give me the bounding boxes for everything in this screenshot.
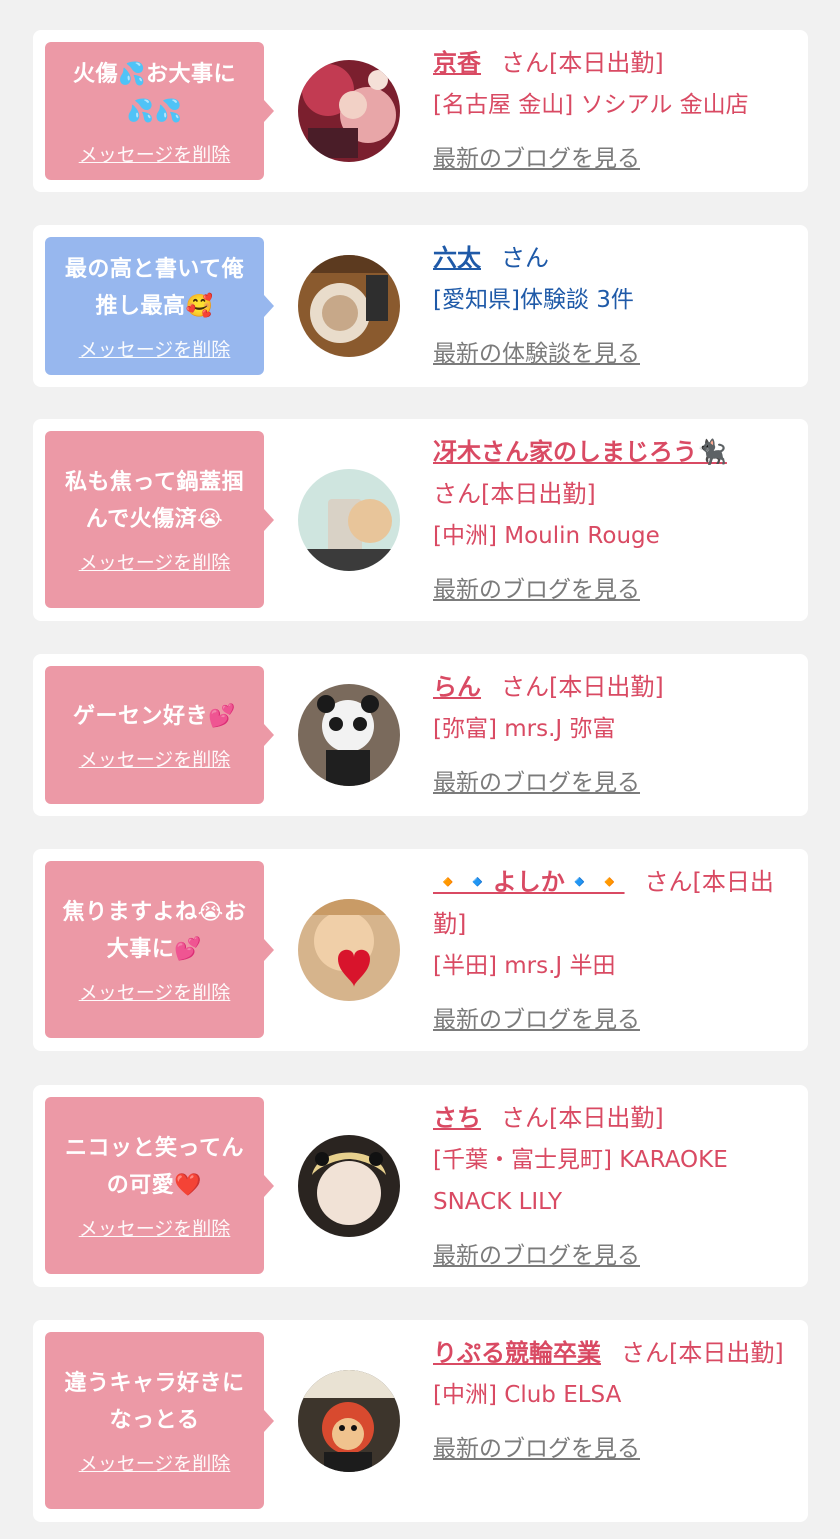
review-count: [愛知県]体験談 3件 [433,287,634,313]
delete-message-link[interactable]: メッセージを削除 [79,140,231,167]
cast-info: 冴木さん家のしまじろう🐈‍⬛ さん[本日出勤] [中洲] Moulin Rouge… [433,431,793,611]
shop-location: [半田] mrs.J 半田 [433,953,616,979]
message-list: 火傷💦お大事に💦💦 メッセージを削除 京香 さん[本日出勤] [名古屋 金山] ソ… [0,0,840,1539]
list-item: ゲーセン好き💕 メッセージを削除 らん さん[本日出勤] [弥富] mrs.J 弥… [33,654,808,816]
cast-info: 京香 さん[本日出勤] [名古屋 金山] ソシアル 金山店 最新のブログを見る [433,42,793,180]
delete-message-link[interactable]: メッセージを削除 [79,335,231,362]
list-item: 違うキャラ好きになっとる メッセージを削除 りぷる競輪卒業 さん[本日出勤] [中… [33,1320,808,1522]
avatar[interactable] [298,469,400,571]
cast-status: さん[本日出勤] [501,673,664,701]
delete-message-link[interactable]: メッセージを削除 [79,1214,231,1241]
cast-status: さん[本日出勤] [433,480,596,508]
blog-link[interactable]: 最新のブログを見る [433,569,793,611]
cast-info: 🔸🔹よしか🔹🔸 さん[本日出勤] [半田] mrs.J 半田 最新のブログを見る [433,861,793,1041]
shop-location: [中洲] Club ELSA [433,1382,622,1408]
avatar[interactable] [298,899,400,1001]
blog-link[interactable]: 最新のブログを見る [433,1428,793,1470]
delete-message-link[interactable]: メッセージを削除 [79,1449,231,1476]
message-bubble: 違うキャラ好きになっとる メッセージを削除 [45,1332,274,1509]
user-info: 六太 さん [愛知県]体験談 3件 最新の体験談を見る [433,237,793,375]
cast-name-link[interactable]: 🔸🔹よしか🔹🔸 [433,868,625,896]
message-text: 違うキャラ好きになっとる [64,1371,245,1433]
message-bubble: 火傷💦お大事に💦💦 メッセージを削除 [45,42,274,180]
cast-info: りぷる競輪卒業 さん[本日出勤] [中洲] Club ELSA 最新のブログを見る [433,1332,793,1470]
cast-name-link[interactable]: さち [433,1104,481,1132]
list-item: 最の高と書いて俺推し最高🥰 メッセージを削除 六太 さん [愛知県]体験談 3件 … [33,225,808,387]
cast-name-link[interactable]: 京香 [433,49,481,77]
shop-location: [千葉・富士見町] KARAOKE SNACK LILY [433,1147,728,1215]
cast-info: さち さん[本日出勤] [千葉・富士見町] KARAOKE SNACK LILY … [433,1097,793,1277]
list-item: 焦りますよね😭お大事に💕 メッセージを削除 🔸🔹よしか🔹🔸 さん[本日出勤] [半… [33,849,808,1051]
message-text: 私も焦って鍋蓋掴んで火傷済😭 [65,470,244,532]
list-item: 私も焦って鍋蓋掴んで火傷済😭 メッセージを削除 冴木さん家のしまじろう🐈‍⬛ さん… [33,419,808,621]
message-text: 火傷💦お大事に💦💦 [73,61,236,124]
cast-status: さん[本日出勤] [501,1104,664,1132]
avatar[interactable] [298,60,400,162]
cast-info: らん さん[本日出勤] [弥富] mrs.J 弥富 最新のブログを見る [433,666,793,804]
blog-link[interactable]: 最新のブログを見る [433,999,793,1041]
message-bubble: ニコッと笑ってんの可愛❤️ メッセージを削除 [45,1097,274,1274]
user-name-link[interactable]: 六太 [433,244,481,272]
reviews-link[interactable]: 最新の体験談を見る [433,333,793,375]
delete-message-link[interactable]: メッセージを削除 [79,745,231,772]
cast-name-link[interactable]: らん [433,673,481,701]
avatar[interactable] [298,1370,400,1472]
avatar[interactable] [298,1135,400,1237]
blog-link[interactable]: 最新のブログを見る [433,138,793,180]
user-suffix: さん [501,244,549,272]
message-bubble: 私も焦って鍋蓋掴んで火傷済😭 メッセージを削除 [45,431,274,608]
avatar[interactable] [298,684,400,786]
avatar[interactable] [298,255,400,357]
shop-location: [中洲] Moulin Rouge [433,523,660,549]
delete-message-link[interactable]: メッセージを削除 [79,978,231,1005]
message-text: ゲーセン好き💕 [73,704,236,729]
delete-message-link[interactable]: メッセージを削除 [79,548,231,575]
shop-location: [名古屋 金山] ソシアル 金山店 [433,92,749,118]
message-text: ニコッと笑ってんの可愛❤️ [65,1136,244,1198]
message-bubble: 最の高と書いて俺推し最高🥰 メッセージを削除 [45,237,274,375]
message-text: 最の高と書いて俺推し最高🥰 [64,256,245,319]
message-text: 焦りますよね😭お大事に💕 [62,900,247,962]
cast-status: さん[本日出勤] [501,49,664,77]
message-bubble: 焦りますよね😭お大事に💕 メッセージを削除 [45,861,274,1038]
shop-location: [弥富] mrs.J 弥富 [433,716,616,742]
list-item: 火傷💦お大事に💦💦 メッセージを削除 京香 さん[本日出勤] [名古屋 金山] ソ… [33,30,808,192]
cast-status: さん[本日出勤] [621,1339,784,1367]
cast-name-link[interactable]: 冴木さん家のしまじろう🐈‍⬛ [433,438,727,466]
blog-link[interactable]: 最新のブログを見る [433,762,793,804]
list-item: ニコッと笑ってんの可愛❤️ メッセージを削除 さち さん[本日出勤] [千葉・富士… [33,1085,808,1287]
blog-link[interactable]: 最新のブログを見る [433,1235,793,1277]
cast-name-link[interactable]: りぷる競輪卒業 [433,1339,601,1367]
message-bubble: ゲーセン好き💕 メッセージを削除 [45,666,274,804]
